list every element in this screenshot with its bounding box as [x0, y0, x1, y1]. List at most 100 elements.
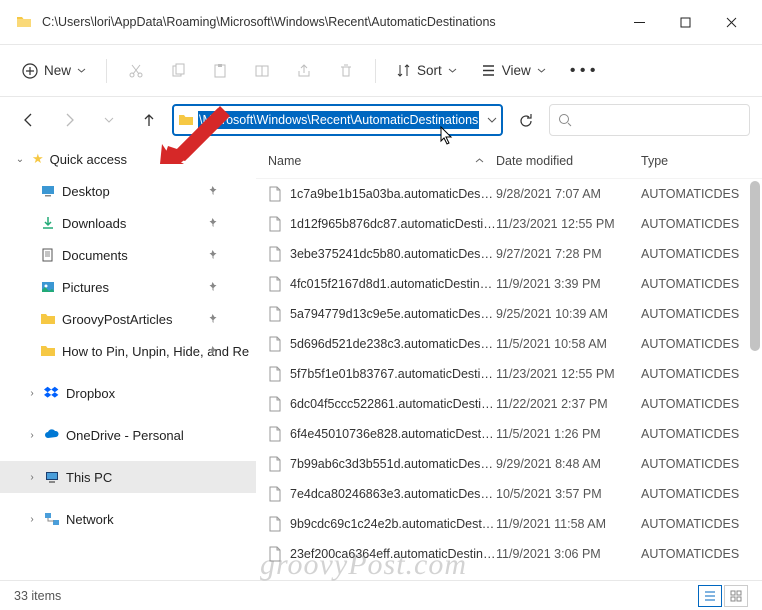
- pin-icon: [207, 312, 218, 327]
- pin-icon: [207, 248, 218, 263]
- chevron-right-icon[interactable]: ›: [26, 430, 38, 441]
- maximize-button[interactable]: [662, 6, 708, 38]
- folder-icon: [40, 343, 56, 359]
- pc-icon: [44, 469, 60, 485]
- sidebar-onedrive[interactable]: › OneDrive - Personal: [0, 419, 256, 451]
- sidebar-item[interactable]: Downloads: [0, 207, 256, 239]
- file-row[interactable]: 5a794779d13c9e5e.automaticDestinatio...9…: [256, 299, 762, 329]
- address-text[interactable]: \Microsoft\Windows\Recent\AutomaticDesti…: [198, 111, 479, 129]
- file-row[interactable]: 1d12f965b876dc87.automaticDestinatio...1…: [256, 209, 762, 239]
- sort-button[interactable]: Sort: [386, 57, 467, 84]
- file-icon: [268, 396, 282, 412]
- chevron-down-icon: [77, 66, 86, 75]
- file-row[interactable]: 6f4e45010736e828.automaticDestinatio...1…: [256, 419, 762, 449]
- close-button[interactable]: [708, 6, 754, 38]
- sidebar-dropbox[interactable]: › Dropbox: [0, 377, 256, 409]
- search-input[interactable]: [549, 104, 750, 136]
- up-button[interactable]: [132, 103, 166, 137]
- search-icon: [558, 113, 572, 127]
- column-name[interactable]: Name: [256, 154, 496, 168]
- file-row[interactable]: 1c7a9be1b15a03ba.automaticDestinatio...9…: [256, 179, 762, 209]
- new-button[interactable]: New: [12, 57, 96, 85]
- chevron-right-icon[interactable]: ›: [26, 388, 38, 399]
- back-button[interactable]: [12, 103, 46, 137]
- item-count: 33 items: [14, 589, 61, 603]
- sidebar-item[interactable]: Pictures: [0, 271, 256, 303]
- file-row[interactable]: 6dc04f5ccc522861.automaticDestination...…: [256, 389, 762, 419]
- dropbox-icon: [44, 385, 60, 401]
- cut-button[interactable]: [117, 53, 155, 89]
- navigation-pane: ⌄ ★ Quick access DesktopDownloadsDocumen…: [0, 143, 256, 580]
- pin-icon: [207, 344, 218, 359]
- folder-icon: [40, 311, 56, 327]
- desktop-icon: [40, 183, 56, 199]
- column-date[interactable]: Date modified: [496, 154, 641, 168]
- toolbar: New Sort View • • •: [0, 45, 762, 97]
- details-view-button[interactable]: [698, 585, 722, 607]
- pin-icon: [207, 216, 218, 231]
- sidebar-item[interactable]: GroovyPostArticles: [0, 303, 256, 335]
- separator: [375, 59, 376, 83]
- forward-button[interactable]: [52, 103, 86, 137]
- chevron-down-icon[interactable]: [487, 115, 497, 125]
- pin-icon: [207, 184, 218, 199]
- downloads-icon: [40, 215, 56, 231]
- column-headers: Name Date modified Type: [256, 143, 762, 179]
- view-icon: [481, 63, 496, 78]
- minimize-button[interactable]: [616, 6, 662, 38]
- separator: [106, 59, 107, 83]
- chevron-down-icon: [537, 66, 546, 75]
- sidebar-quickaccess[interactable]: ⌄ ★ Quick access: [0, 143, 256, 175]
- paste-button[interactable]: [201, 53, 239, 89]
- copy-button[interactable]: [159, 53, 197, 89]
- rename-button[interactable]: [243, 53, 281, 89]
- more-button[interactable]: • • •: [560, 56, 606, 86]
- chevron-right-icon[interactable]: ›: [26, 472, 38, 483]
- plus-circle-icon: [22, 63, 38, 79]
- refresh-button[interactable]: [509, 104, 543, 136]
- file-icon: [268, 216, 282, 232]
- file-row[interactable]: 5f7b5f1e01b83767.automaticDestination...…: [256, 359, 762, 389]
- network-icon: [44, 511, 60, 527]
- file-icon: [268, 186, 282, 202]
- sidebar-item[interactable]: How to Pin, Unpin, Hide, and Re: [0, 335, 256, 367]
- file-row[interactable]: 7e4dca80246863e3.automaticDestinatio...1…: [256, 479, 762, 509]
- star-icon: ★: [32, 151, 44, 167]
- file-row[interactable]: 5d696d521de238c3.automaticDestinatio...1…: [256, 329, 762, 359]
- sidebar-item[interactable]: Desktop: [0, 175, 256, 207]
- share-button[interactable]: [285, 53, 323, 89]
- sort-icon: [396, 63, 411, 78]
- folder-icon: [178, 113, 194, 127]
- file-row[interactable]: 4fc015f2167d8d1.automaticDestinations-..…: [256, 269, 762, 299]
- sidebar-thispc[interactable]: › This PC: [0, 461, 256, 493]
- chevron-right-icon[interactable]: ›: [26, 514, 38, 525]
- file-list: Name Date modified Type 1c7a9be1b15a03ba…: [256, 143, 762, 580]
- address-bar[interactable]: \Microsoft\Windows\Recent\AutomaticDesti…: [172, 104, 503, 136]
- file-icon: [268, 336, 282, 352]
- recent-dropdown[interactable]: [92, 103, 126, 137]
- file-icon: [268, 276, 282, 292]
- delete-button[interactable]: [327, 53, 365, 89]
- file-icon: [268, 246, 282, 262]
- file-icon: [268, 306, 282, 322]
- scrollbar[interactable]: [750, 181, 760, 351]
- chevron-down-icon[interactable]: ⌄: [14, 154, 26, 165]
- file-row[interactable]: 23ef200ca6364eff.automaticDestinations-.…: [256, 539, 762, 569]
- sidebar-item[interactable]: Documents: [0, 239, 256, 271]
- view-button[interactable]: View: [471, 57, 556, 84]
- file-row[interactable]: 3ebe375241dc5b80.automaticDestinatio...9…: [256, 239, 762, 269]
- pictures-icon: [40, 279, 56, 295]
- cloud-icon: [44, 427, 60, 443]
- thumbnails-view-button[interactable]: [724, 585, 748, 607]
- file-row[interactable]: 7b99ab6c3d3b551d.automaticDestinatio...9…: [256, 449, 762, 479]
- sidebar-network[interactable]: › Network: [0, 503, 256, 535]
- column-type[interactable]: Type: [641, 154, 762, 168]
- new-label: New: [44, 63, 71, 78]
- file-icon: [268, 516, 282, 532]
- folder-icon: [16, 14, 32, 30]
- window-title: C:\Users\lori\AppData\Roaming\Microsoft\…: [42, 15, 616, 29]
- file-row[interactable]: 9b9cdc69c1c24e2b.automaticDestinatio...1…: [256, 509, 762, 539]
- sort-asc-icon: [475, 156, 484, 165]
- file-icon: [268, 426, 282, 442]
- pin-icon: [207, 280, 218, 295]
